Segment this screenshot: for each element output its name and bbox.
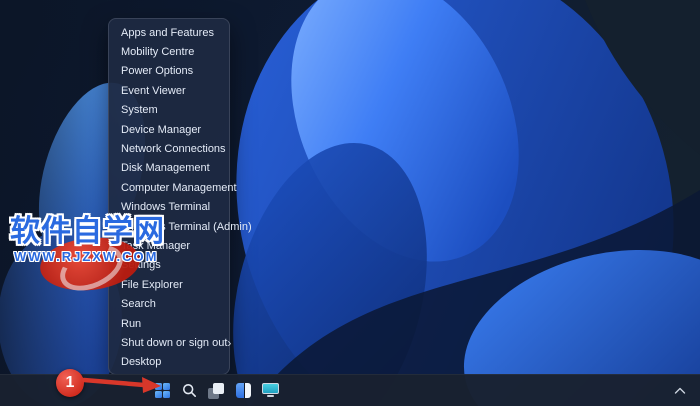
menu-item-label: Run [121,317,142,330]
monitor-icon [261,383,279,398]
menu-item-file-explorer[interactable]: File Explorer [112,275,226,294]
submenu-chevron-icon: › [227,335,232,350]
menu-item-network-connections[interactable]: Network Connections [112,139,226,158]
menu-item-label: Event Viewer [121,84,186,97]
menu-item-search[interactable]: Search [112,294,226,313]
menu-item-label: Mobility Centre [121,46,195,59]
task-view-button[interactable] [206,379,226,403]
menu-item-label: Settings [121,259,161,272]
menu-item-mobility-centre[interactable]: Mobility Centre [112,42,226,61]
menu-item-label: File Explorer [121,278,183,291]
search-button[interactable] [179,379,199,403]
chevron-up-icon [674,387,686,394]
menu-item-apps-and-features[interactable]: Apps and Features [112,23,226,42]
menu-item-task-manager[interactable]: Task Manager [112,236,226,255]
menu-item-power-options[interactable]: Power Options [112,62,226,81]
menu-item-event-viewer[interactable]: Event Viewer [112,81,226,100]
widgets-button[interactable] [233,379,253,403]
menu-item-computer-management[interactable]: Computer Management [112,178,237,197]
menu-item-label: Computer Management [121,181,237,194]
widgets-icon [235,383,251,398]
menu-item-label: System [121,104,158,117]
winx-context-menu: Apps and Features Mobility Centre Power Op… [108,18,252,375]
menu-item-label: Windows Terminal [121,201,211,214]
menu-item-windows-terminal[interactable]: Windows Terminal [112,198,226,217]
step-number-badge: 1 [56,369,84,397]
annotation-arrow-icon [82,377,161,393]
menu-item-label: Device Manager [121,123,202,136]
menu-item-run[interactable]: Run [112,314,226,333]
menu-item-desktop[interactable]: Desktop [112,353,226,372]
menu-item-label: Power Options [121,65,194,78]
menu-item-windows-terminal-admin[interactable]: Windows Terminal (Admin) [112,217,252,236]
wallpaper-bloom-image [0,0,700,406]
menu-item-disk-management[interactable]: Disk Management [112,159,226,178]
menu-item-label: Desktop [121,356,162,369]
menu-item-shut-down-or-sign-out[interactable]: Shut down or sign out › [112,333,231,352]
menu-item-settings[interactable]: Settings [112,256,226,275]
menu-item-label: Shut down or sign out [121,336,228,349]
display-app-button[interactable] [260,379,280,403]
menu-item-label: Apps and Features [121,26,214,39]
menu-item-label: Disk Management [121,162,210,175]
search-icon [182,383,196,397]
task-view-icon [208,382,224,399]
show-hidden-icons-button[interactable] [670,379,690,403]
system-tray [670,375,690,406]
menu-item-label: Search [121,298,156,311]
menu-item-label: Windows Terminal (Admin) [121,220,252,233]
menu-item-device-manager[interactable]: Device Manager [112,120,226,139]
desktop: Apps and Features Mobility Centre Power Op… [0,0,700,406]
menu-item-label: Task Manager [121,239,191,252]
menu-item-system[interactable]: System [112,101,226,120]
menu-item-label: Network Connections [121,143,226,156]
taskbar-icons [152,375,280,406]
